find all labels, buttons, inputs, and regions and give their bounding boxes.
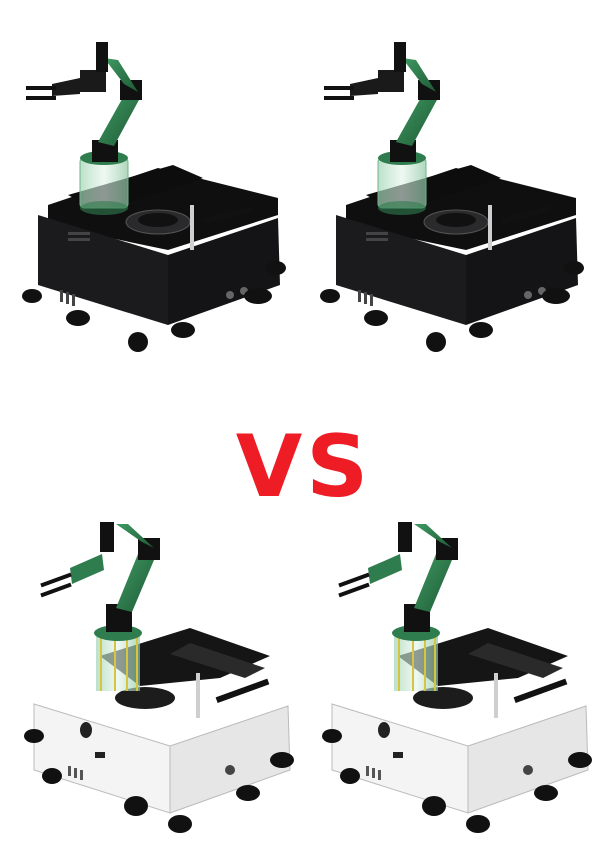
- robot-white-right-image: [322, 522, 592, 833]
- robot-black-left-image: [22, 42, 286, 352]
- robot-black-right: [306, 0, 596, 370]
- robot-black-left: [8, 0, 298, 370]
- robot-white-right: [318, 508, 608, 854]
- robot-black-right-image: [320, 42, 584, 352]
- robot-white-left: [20, 508, 310, 854]
- robot-white-left-image: [24, 522, 294, 833]
- vs-label: VS: [235, 417, 373, 517]
